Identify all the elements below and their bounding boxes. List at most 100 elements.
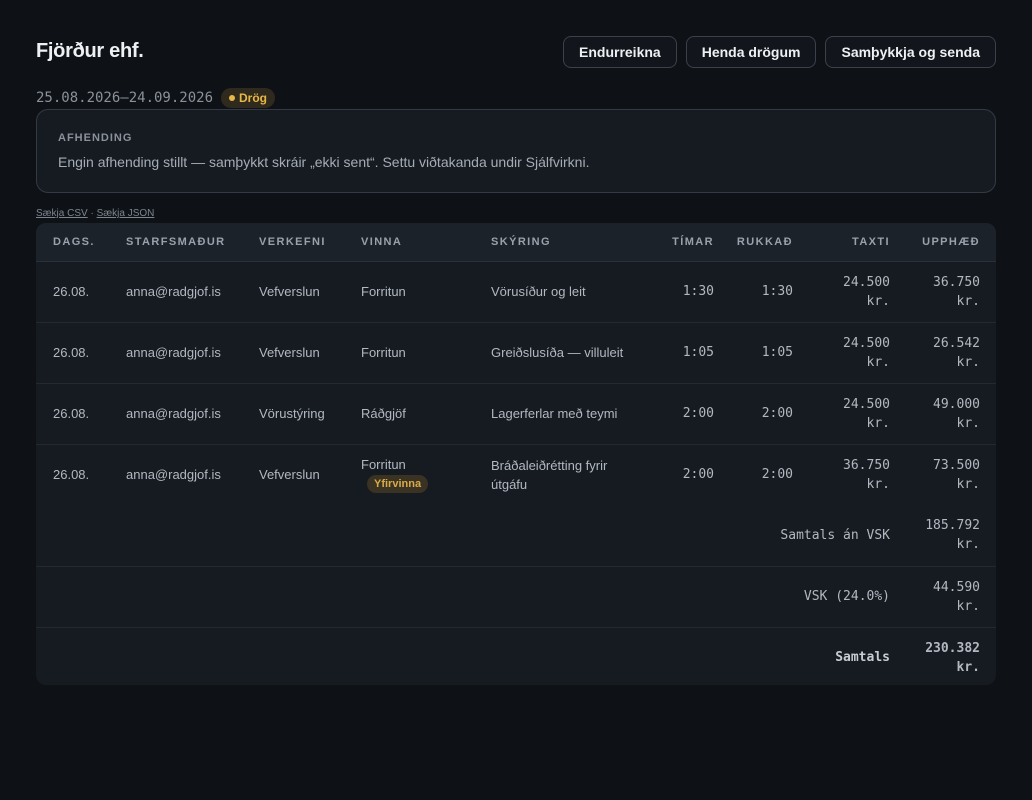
status-badge-label: Drög	[239, 91, 268, 105]
col-header-hours: TÍMAR	[646, 223, 714, 262]
row-date: 26.08.	[36, 322, 126, 384]
col-header-description: SKÝRING	[491, 223, 646, 262]
row-work: Forritun	[361, 261, 491, 323]
period-row: 25.08.2026–24.09.2026 Drög	[36, 88, 276, 108]
col-header-billed: RUKKAÐ	[714, 223, 793, 262]
approve-send-button[interactable]: Samþykkja og senda	[825, 36, 996, 68]
recalculate-button[interactable]: Endurreikna	[563, 36, 677, 68]
row-employee: anna@radgjof.is	[126, 322, 259, 384]
row-project: Vefverslun	[259, 261, 361, 323]
row-work-cell: Forritun Yfirvinna	[361, 444, 491, 505]
row-date: 26.08.	[36, 261, 126, 323]
row-amount: 73.500 kr.	[890, 444, 996, 505]
row-amount: 36.750 kr.	[890, 261, 996, 323]
total-label: Samtals	[835, 650, 890, 666]
col-header-date: DAGS.	[36, 223, 126, 262]
row-rate-value: 24.500	[843, 335, 890, 351]
status-dot-icon	[229, 95, 236, 101]
page-header: Fjörður ehf. Endurreikna Henda drögum Sa…	[36, 36, 996, 68]
invoice-table: DAGS. STARFSMAÐUR VERKEFNI VINNA SKÝRING…	[36, 223, 996, 685]
row-hours: 2:00	[646, 383, 714, 445]
download-links: Sækja CSV · Sækja JSON	[36, 208, 154, 219]
table-row[interactable]: 26.08. anna@radgjof.is Vefverslun Forrit…	[36, 444, 996, 505]
table-row[interactable]: 26.08. anna@radgjof.is Vörustýring Ráðgj…	[36, 383, 996, 445]
row-rate: 24.500 kr.	[793, 322, 890, 384]
row-amount-value: 73.500	[933, 457, 980, 473]
row-rate-unit: kr.	[866, 354, 890, 370]
subtotal-amount: 185.792	[925, 518, 980, 534]
row-amount-unit: kr.	[956, 415, 980, 431]
download-json-link[interactable]: Sækja JSON	[97, 208, 155, 219]
total-unit: kr.	[956, 659, 980, 675]
delivery-title: AFHENDING	[58, 132, 133, 144]
col-header-employee: STARFSMAÐUR	[126, 223, 259, 262]
row-amount-unit: kr.	[956, 354, 980, 370]
vat-value: 44.590 kr.	[890, 566, 996, 628]
subtotal-label: Samtals án VSK	[36, 505, 890, 567]
col-header-project: VERKEFNI	[259, 223, 361, 262]
row-amount: 49.000 kr.	[890, 383, 996, 445]
row-rate: 24.500 kr.	[793, 261, 890, 323]
row-hours: 1:05	[646, 322, 714, 384]
header-actions: Endurreikna Henda drögum Samþykkja og se…	[563, 36, 996, 68]
row-date: 26.08.	[36, 383, 126, 445]
overtime-tag: Yfirvinna	[367, 474, 429, 493]
subtotal-unit: kr.	[956, 537, 980, 553]
row-project: Vörustýring	[259, 383, 361, 445]
total-value: 230.382 kr.	[890, 627, 996, 685]
row-employee: anna@radgjof.is	[126, 261, 259, 323]
row-work: Forritun	[361, 322, 491, 384]
row-description: Vörusíður og leit	[491, 261, 646, 323]
download-csv-link[interactable]: Sækja CSV	[36, 208, 88, 219]
row-rate-value: 24.500	[843, 274, 890, 290]
row-hours: 2:00	[682, 467, 714, 483]
row-hours: 1:30	[646, 261, 714, 323]
row-work: Forritun	[361, 456, 406, 472]
col-header-work: VINNA	[361, 223, 491, 262]
table-row[interactable]: 26.08. anna@radgjof.is Vefverslun Forrit…	[36, 322, 996, 384]
row-amount-value: 26.542	[933, 335, 980, 351]
row-rate: 24.500 kr.	[793, 383, 890, 445]
vat-row: VSK (24.0%) 44.590 kr.	[36, 566, 996, 628]
download-separator: ·	[90, 208, 94, 219]
table-header-row: DAGS. STARFSMAÐUR VERKEFNI VINNA SKÝRING…	[36, 223, 996, 262]
col-header-rate: TAXTI	[793, 223, 890, 262]
discard-draft-button[interactable]: Henda drögum	[685, 36, 817, 68]
row-description: Bráðaleiðrétting fyrir útgáfu	[491, 457, 608, 492]
row-amount-unit: kr.	[956, 293, 980, 309]
row-billed: 2:00	[714, 383, 793, 445]
row-amount-unit: kr.	[956, 476, 980, 492]
row-project: Vefverslun	[259, 322, 361, 384]
row-project: Vefverslun	[259, 467, 320, 483]
row-amount-value: 36.750	[933, 274, 980, 290]
row-employee: anna@radgjof.is	[126, 383, 259, 445]
row-rate-unit: kr.	[866, 476, 890, 492]
vat-unit: kr.	[956, 598, 980, 614]
invoice-period: 25.08.2026–24.09.2026	[36, 90, 214, 106]
table-row[interactable]: 26.08. anna@radgjof.is Vefverslun Forrit…	[36, 261, 996, 323]
delivery-panel: AFHENDING Engin afhending stillt — samþy…	[36, 109, 996, 193]
row-amount: 26.542 kr.	[890, 322, 996, 384]
row-rate-unit: kr.	[866, 415, 890, 431]
vat-label: VSK (24.0%)	[36, 566, 890, 628]
subtotal-row: Samtals án VSK 185.792 kr.	[36, 505, 996, 567]
row-employee: anna@radgjof.is	[126, 467, 221, 483]
row-description: Lagerferlar með teymi	[491, 383, 646, 445]
vat-amount: 44.590	[933, 579, 980, 595]
delivery-text: Engin afhending stillt — samþykkt skráir…	[58, 154, 590, 170]
row-rate-value: 24.500	[843, 396, 890, 412]
subtotal-value: 185.792 kr.	[890, 505, 996, 567]
row-rate: 36.750 kr.	[793, 444, 890, 505]
row-billed: 1:30	[714, 261, 793, 323]
row-billed: 2:00	[761, 467, 793, 483]
row-billed: 1:05	[714, 322, 793, 384]
total-amount: 230.382	[925, 640, 980, 656]
row-amount-value: 49.000	[933, 396, 980, 412]
col-header-amount: UPPHÆÐ	[890, 223, 996, 262]
row-rate-unit: kr.	[866, 293, 890, 309]
company-name: Fjörður ehf.	[36, 40, 144, 62]
total-row: Samtals 230.382 kr.	[36, 627, 996, 685]
row-description: Greiðslusíða — villuleit	[491, 322, 646, 384]
row-date: 26.08.	[53, 467, 90, 483]
status-badge: Drög	[221, 88, 276, 108]
